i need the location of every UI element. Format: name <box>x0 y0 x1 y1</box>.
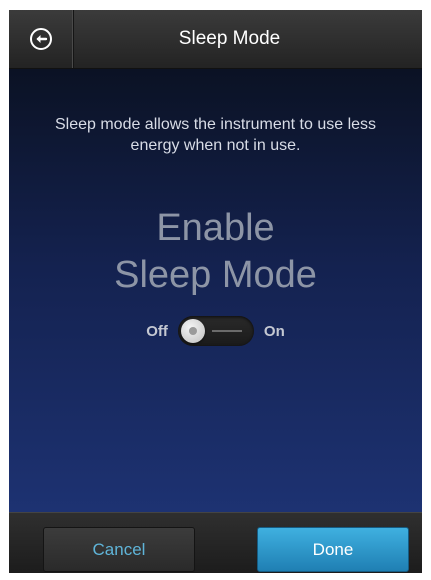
page-title: Sleep Mode <box>178 28 281 49</box>
back-button[interactable] <box>9 10 74 68</box>
sleep-mode-toggle[interactable] <box>177 316 254 346</box>
footer-bar: Cancel Done <box>9 512 422 573</box>
toggle-off-label: Off <box>146 322 168 340</box>
toggle-on-label: On <box>263 322 285 340</box>
sleep-mode-toggle-row: Off On <box>9 313 422 349</box>
heading-line-1: Enable <box>156 207 275 249</box>
main-content: Sleep mode allows the instrument to use … <box>9 69 422 512</box>
done-button[interactable]: Done <box>257 527 409 572</box>
enable-sleep-mode-heading: Enable Sleep Mode <box>9 205 422 299</box>
toggle-track <box>211 330 242 332</box>
sleep-mode-description: Sleep mode allows the instrument to use … <box>54 116 377 154</box>
header-bar: Sleep Mode <box>9 10 422 69</box>
heading-line-2: Sleep Mode <box>114 254 317 296</box>
back-arrow-circle-icon <box>29 27 53 51</box>
cancel-button[interactable]: Cancel <box>43 527 195 572</box>
toggle-knob[interactable] <box>180 319 205 343</box>
app-frame: Sleep Mode Sleep mode allows the instrum… <box>9 10 422 573</box>
